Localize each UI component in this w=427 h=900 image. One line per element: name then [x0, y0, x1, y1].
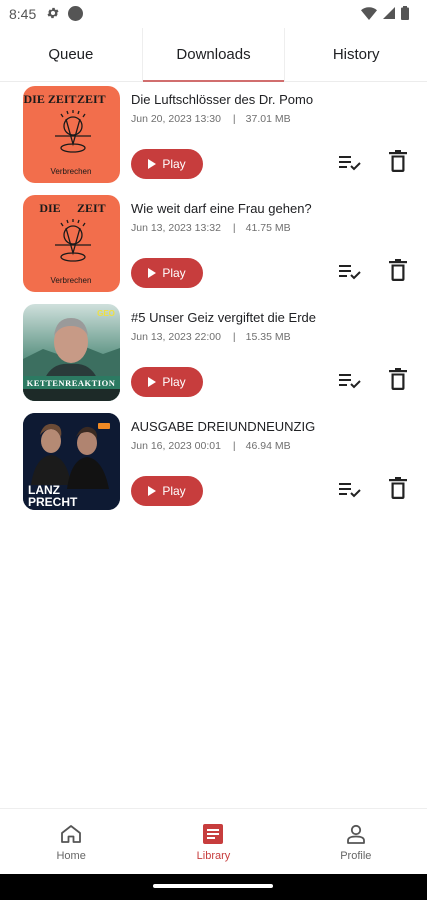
- episode-size: 41.75 MB: [245, 222, 291, 234]
- podcast-cover[interactable]: DIE ZEIT Verbrechen: [23, 195, 120, 292]
- bottom-navigation: Home Library Profile: [0, 808, 427, 874]
- profile-icon: [346, 824, 365, 844]
- play-icon: [148, 377, 157, 387]
- active-tab-indicator: [142, 80, 285, 82]
- episode-size: 37.01 MB: [245, 113, 291, 125]
- home-icon: [61, 825, 82, 843]
- podcast-cover[interactable]: GEO KETTENREAKTION: [23, 304, 120, 401]
- episode-title[interactable]: Wie weit darf eine Frau gehen?: [131, 201, 312, 216]
- play-icon: [148, 486, 157, 496]
- lanz-precht-cover-art: LANZ PRECHT: [23, 413, 120, 510]
- delete-icon[interactable]: [389, 368, 407, 390]
- play-button[interactable]: Play: [131, 258, 203, 288]
- cover-brand-right: ZEIT: [77, 92, 106, 106]
- add-to-queue-icon[interactable]: [339, 481, 361, 499]
- play-label: Play: [162, 375, 186, 389]
- podcast-cover[interactable]: DIE ZEIT ZEIT Verbrechen: [23, 86, 120, 183]
- cover-brand-left: DIE ZEIT: [23, 92, 76, 106]
- podcast-cover[interactable]: LANZ PRECHT: [23, 413, 120, 510]
- download-item: LANZ PRECHT AUSGABE DREIUNDNEUNZIG Jun 1…: [0, 413, 427, 513]
- episode-title[interactable]: Die Luftschlösser des Dr. Pomo: [131, 92, 313, 107]
- meta-separator: |: [232, 440, 236, 452]
- signal-icon: [383, 7, 395, 19]
- status-time: 8:45: [9, 6, 37, 22]
- play-button[interactable]: Play: [131, 149, 203, 179]
- cover-caption: KETTENREAKTION: [27, 378, 116, 388]
- meta-separator: |: [232, 222, 236, 234]
- cover-brand-right: ZEIT: [77, 201, 106, 215]
- system-gesture-bar: [0, 874, 427, 900]
- nav-home[interactable]: Home: [0, 809, 142, 874]
- nav-library[interactable]: Library: [142, 809, 284, 874]
- tab-queue[interactable]: Queue: [0, 28, 142, 81]
- cover-caption: Verbrechen: [51, 167, 92, 176]
- nav-profile[interactable]: Profile: [285, 809, 427, 874]
- cover-brand-left: DIE: [39, 201, 60, 215]
- add-to-queue-icon[interactable]: [339, 263, 361, 281]
- cover-brand: GEO: [97, 309, 115, 318]
- status-icons: [361, 6, 409, 20]
- play-label: Play: [162, 266, 186, 280]
- episode-date: Jun 13, 2023 22:00: [131, 331, 221, 343]
- tab-label: Downloads: [176, 46, 251, 63]
- play-button[interactable]: Play: [131, 367, 203, 397]
- settings-gear-icon: [47, 7, 59, 19]
- nav-label: Home: [56, 850, 86, 862]
- cover-brand-line2: PRECHT: [28, 495, 78, 509]
- add-to-queue-icon[interactable]: [339, 372, 361, 390]
- tab-label: History: [332, 46, 380, 63]
- tab-history[interactable]: History: [285, 28, 427, 81]
- cover-caption: Verbrechen: [51, 276, 92, 285]
- delete-icon[interactable]: [389, 259, 407, 281]
- library-icon: [203, 824, 224, 844]
- zeit-verbrechen-cover-art: DIE ZEIT ZEIT Verbrechen: [23, 92, 106, 176]
- home-gesture-handle[interactable]: [153, 884, 273, 888]
- episode-meta: Jun 13, 2023 13:32 | 41.75 MB: [131, 222, 291, 234]
- status-bar: 8:45: [0, 0, 427, 27]
- tab-downloads[interactable]: Downloads: [141, 28, 286, 82]
- meta-separator: |: [232, 331, 236, 343]
- download-item: GEO KETTENREAKTION #5 Unser Geiz vergift…: [0, 304, 427, 404]
- kettenreaktion-cover-art: GEO KETTENREAKTION: [23, 304, 120, 401]
- delete-icon[interactable]: [389, 150, 407, 172]
- play-button[interactable]: Play: [131, 476, 203, 506]
- episode-title[interactable]: #5 Unser Geiz vergiftet die Erde: [131, 310, 316, 325]
- play-icon: [148, 159, 157, 169]
- notification-dot-icon: [68, 6, 83, 21]
- nav-label: Library: [196, 850, 231, 862]
- download-item: DIE ZEIT Verbrechen Wie weit darf eine F…: [0, 195, 427, 295]
- episode-date: Jun 20, 2023 13:30: [131, 113, 221, 125]
- play-icon: [148, 268, 157, 278]
- wifi-icon: [361, 6, 377, 20]
- episode-meta: Jun 20, 2023 13:30 | 37.01 MB: [131, 113, 291, 125]
- battery-icon: [401, 6, 409, 20]
- episode-size: 15.35 MB: [245, 331, 291, 343]
- delete-icon[interactable]: [389, 477, 407, 499]
- nav-label: Profile: [340, 850, 372, 862]
- zeit-verbrechen-cover-art: DIE ZEIT Verbrechen: [39, 201, 106, 285]
- episode-meta: Jun 13, 2023 22:00 | 15.35 MB: [131, 331, 291, 343]
- play-label: Play: [162, 484, 186, 498]
- meta-separator: |: [232, 113, 236, 125]
- episode-title[interactable]: AUSGABE DREIUNDNEUNZIG: [131, 419, 315, 434]
- add-to-queue-icon[interactable]: [339, 154, 361, 172]
- tab-label: Queue: [48, 46, 94, 63]
- episode-size: 46.94 MB: [245, 440, 291, 452]
- library-tabs: Queue Downloads History: [0, 28, 427, 82]
- episode-date: Jun 13, 2023 13:32: [131, 222, 221, 234]
- download-item: DIE ZEIT ZEIT Verbrechen Die Luftschlöss…: [0, 86, 427, 186]
- episode-date: Jun 16, 2023 00:01: [131, 440, 221, 452]
- episode-meta: Jun 16, 2023 00:01 | 46.94 MB: [131, 440, 291, 452]
- play-label: Play: [162, 157, 186, 171]
